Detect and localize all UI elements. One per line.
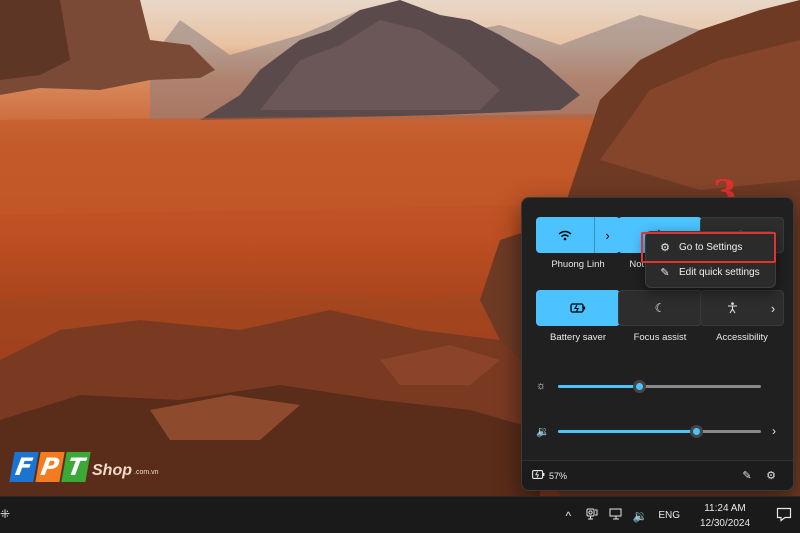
chevron-right-icon[interactable]: ›	[767, 424, 781, 438]
wifi-icon	[536, 217, 594, 253]
chevron-up-icon[interactable]: ^	[556, 509, 580, 523]
focus-assist-tile[interactable]: ☾ Focus assist	[618, 290, 702, 343]
accessibility-tile[interactable]: › Accessibility	[700, 290, 784, 343]
fpt-shop-logo: F P T Shop .com.vn	[9, 452, 159, 482]
taskbar: ⁜ ^ 🔉 ENG 11:24 AM 12/30/2024	[0, 496, 800, 533]
volume-icon[interactable]: 🔉	[536, 425, 556, 438]
chevron-right-icon[interactable]: ›	[594, 217, 620, 253]
battery-icon	[532, 470, 545, 481]
clock-date: 12/30/2024	[699, 517, 751, 529]
battery-saver-tile[interactable]: Battery saver	[536, 290, 620, 343]
battery-percent: 57%	[549, 470, 568, 481]
accessibility-toggle[interactable]: ›	[700, 290, 784, 326]
wifi-tile[interactable]: › Phuong Linh	[536, 217, 620, 270]
logo-letter: F	[9, 452, 39, 482]
tile-label: Phuong Linh	[551, 259, 605, 270]
volume-slider-row: 🔉 ›	[536, 421, 781, 441]
tile-label: Battery saver	[550, 332, 606, 343]
chevron-right-icon[interactable]: ›	[763, 291, 783, 325]
menu-item-edit-quick-settings[interactable]: ✎ Edit quick settings	[649, 260, 772, 285]
battery-saver-icon	[536, 290, 620, 326]
clock[interactable]: 11:24 AM 12/30/2024	[690, 501, 760, 531]
volume-slider-fill	[558, 429, 697, 433]
logo-domain-text: .com.vn	[134, 469, 159, 476]
settings-gear-icon[interactable]: ⚙	[759, 469, 783, 482]
brightness-slider-row: ☼	[536, 376, 781, 396]
notification-icon[interactable]	[768, 507, 800, 525]
brightness-slider-thumb[interactable]	[633, 379, 647, 393]
accessibility-icon	[701, 291, 763, 325]
battery-saver-toggle[interactable]	[536, 290, 620, 326]
quick-settings-footer: 57% ✎ ⚙	[522, 460, 793, 490]
moon-icon: ☾	[654, 301, 666, 315]
fpt-letters: F P T	[9, 452, 91, 482]
menu-item-label: Edit quick settings	[679, 267, 760, 278]
volume-icon[interactable]: 🔉	[628, 509, 652, 523]
logo-letter: T	[61, 452, 91, 482]
logo-shop-text: Shop	[92, 462, 132, 479]
logo-letter: P	[35, 452, 65, 482]
brightness-icon: ☼	[536, 380, 547, 392]
battery-status[interactable]: 57%	[532, 470, 735, 481]
language-indicator[interactable]: ENG	[658, 510, 680, 521]
clock-time: 11:24 AM	[704, 502, 746, 514]
wifi-toggle[interactable]: ›	[536, 217, 620, 253]
focus-assist-toggle[interactable]: ☾	[618, 290, 702, 326]
edit-pencil-icon[interactable]: ✎	[735, 469, 759, 482]
brightness-slider[interactable]	[558, 379, 761, 393]
network-icon[interactable]	[604, 508, 628, 523]
volume-slider[interactable]	[558, 424, 761, 438]
tile-label: Focus assist	[633, 332, 687, 343]
webcam-icon[interactable]	[580, 508, 604, 523]
tile-label: Accessibility	[716, 332, 768, 343]
brightness-slider-fill	[558, 384, 640, 388]
volume-slider-thumb[interactable]	[690, 424, 704, 438]
taskbar-edge-icon[interactable]: ⁜	[0, 507, 10, 521]
red-highlight-box	[641, 232, 776, 263]
pencil-icon: ✎	[660, 267, 670, 279]
system-tray: ^ 🔉 ENG 11:24 AM 12/30/2024	[556, 497, 800, 533]
